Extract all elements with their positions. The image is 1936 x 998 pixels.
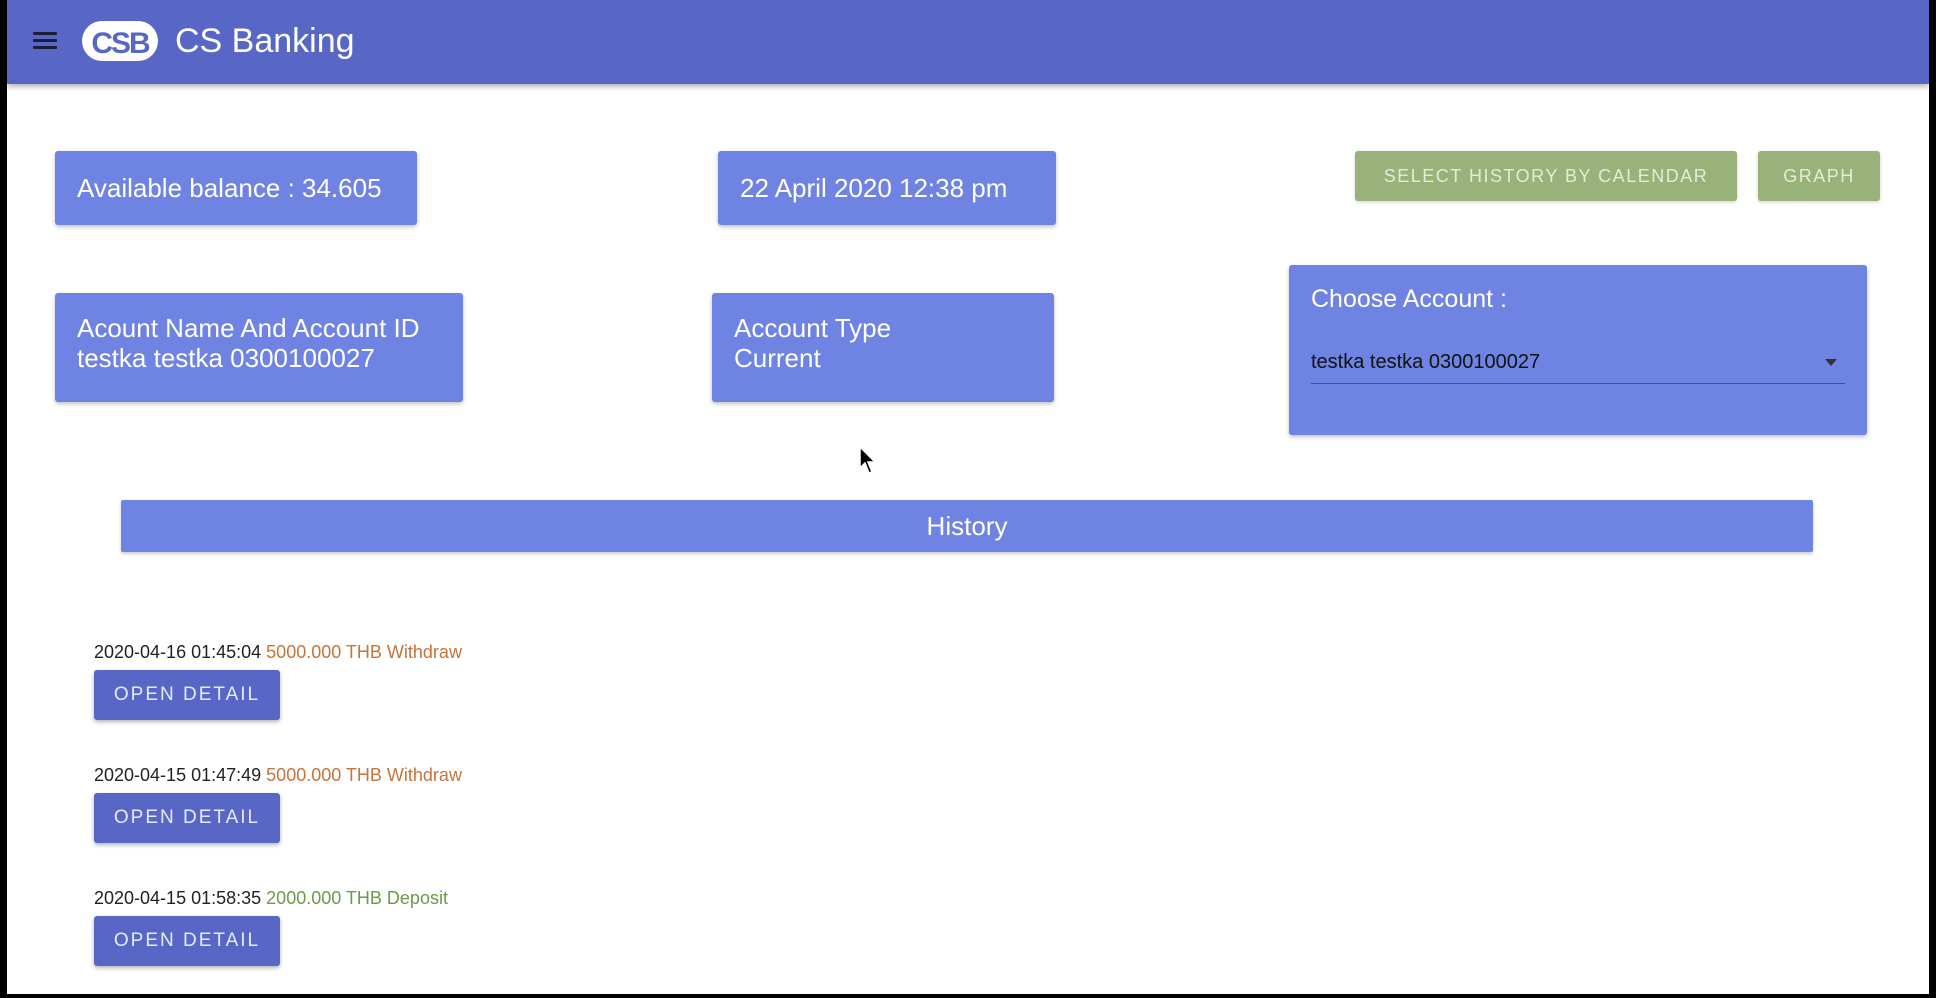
history-item: 2020-04-16 01:45:04 5000.000 THB Withdra…	[94, 640, 462, 720]
history-title: History	[926, 510, 1008, 541]
chevron-down-icon[interactable]	[1825, 359, 1837, 366]
hamburger-menu-icon[interactable]	[31, 28, 59, 56]
history-amount: 5000.000 THB Withdraw	[266, 765, 462, 785]
history-amount: 2000.000 THB Deposit	[266, 888, 448, 908]
account-name-card: Acount Name And Account ID testka testka…	[55, 293, 463, 402]
mouse-cursor-icon	[859, 446, 877, 474]
open-detail-button[interactable]: OPEN DETAIL	[94, 916, 280, 966]
choose-account-label: Choose Account :	[1311, 285, 1507, 313]
account-type-card: Account Type Current	[712, 293, 1054, 402]
app-viewport: CSB CS Banking Available balance : 34.60…	[7, 0, 1929, 994]
history-item-line: 2020-04-16 01:45:04 5000.000 THB Withdra…	[94, 640, 462, 664]
history-amount: 5000.000 THB Withdraw	[266, 642, 462, 662]
history-timestamp: 2020-04-15 01:47:49	[94, 765, 262, 785]
csb-logo: CSB	[82, 21, 158, 61]
open-detail-button[interactable]: OPEN DETAIL	[94, 670, 280, 720]
history-item-line: 2020-04-15 01:47:49 5000.000 THB Withdra…	[94, 763, 462, 787]
open-detail-button[interactable]: OPEN DETAIL	[94, 793, 280, 843]
datetime-text: 22 April 2020 12:38 pm	[740, 172, 1008, 203]
choose-account-card: Choose Account : testka testka 030010002…	[1289, 265, 1867, 435]
history-header: History	[121, 500, 1813, 552]
history-item: 2020-04-15 01:47:49 5000.000 THB Withdra…	[94, 763, 462, 843]
account-select-value: testka testka 0300100027	[1311, 351, 1541, 373]
available-balance-card: Available balance : 34.605	[55, 151, 417, 225]
graph-button[interactable]: GRAPH	[1758, 151, 1880, 201]
account-name-value: testka testka 0300100027	[77, 343, 375, 373]
account-select[interactable]: testka testka 0300100027	[1311, 345, 1845, 384]
history-item-line: 2020-04-15 01:58:35 2000.000 THB Deposit	[94, 886, 448, 910]
account-type-value: Current	[734, 343, 821, 373]
available-balance-text: Available balance : 34.605	[77, 172, 382, 203]
app-title: CS Banking	[175, 22, 355, 60]
history-timestamp: 2020-04-16 01:45:04	[94, 642, 262, 662]
select-history-by-calendar-button[interactable]: SELECT HISTORY BY CALENDAR	[1355, 151, 1737, 201]
datetime-card: 22 April 2020 12:38 pm	[718, 151, 1056, 225]
history-item: 2020-04-15 01:58:35 2000.000 THB Deposit…	[94, 886, 448, 966]
account-name-label: Acount Name And Account ID	[77, 313, 420, 343]
history-timestamp: 2020-04-15 01:58:35	[94, 888, 262, 908]
account-type-label: Account Type	[734, 313, 892, 343]
svg-text:CSB: CSB	[91, 27, 150, 60]
app-bar: CSB CS Banking	[7, 0, 1929, 84]
